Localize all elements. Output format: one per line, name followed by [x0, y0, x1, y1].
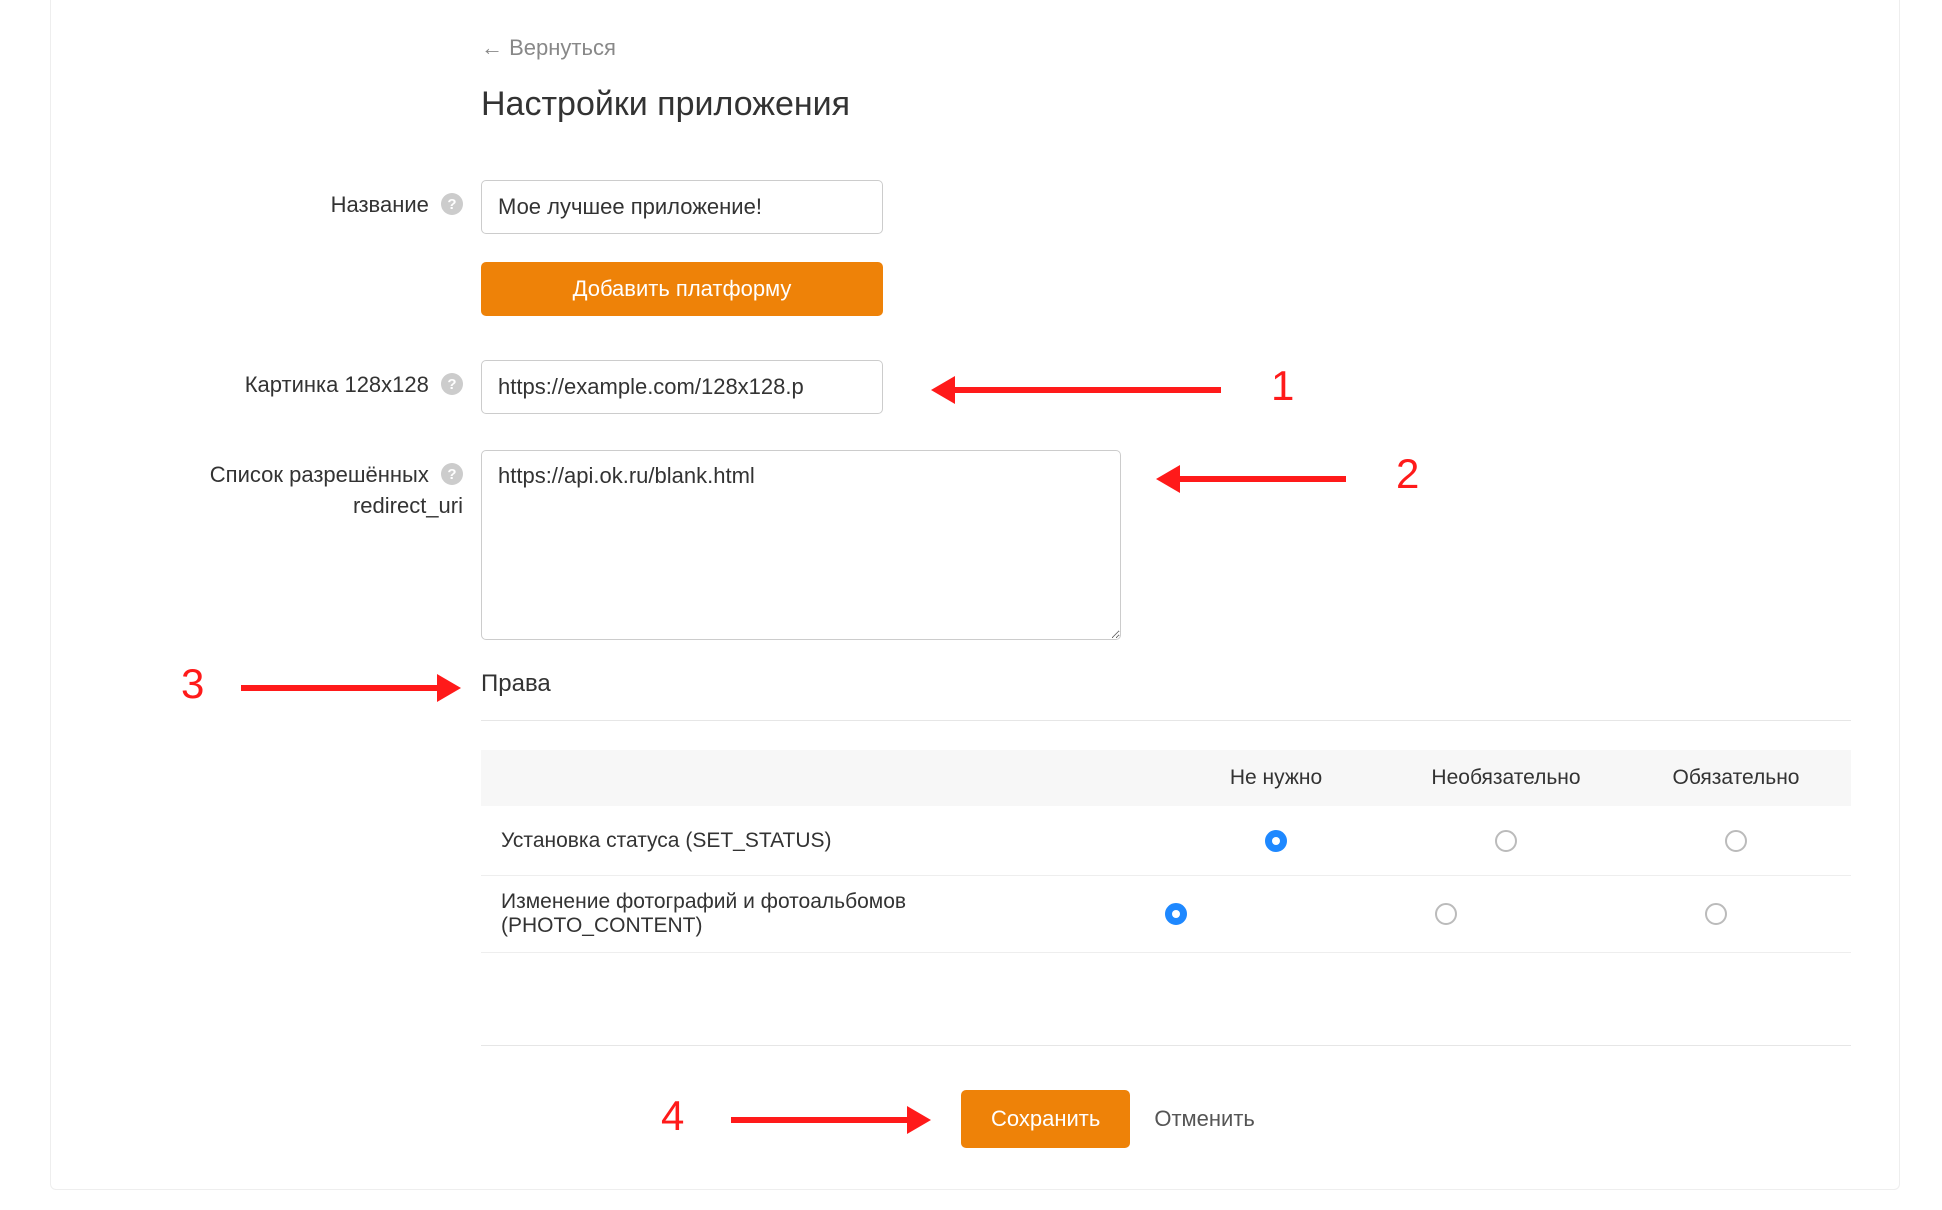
table-row: Изменение фотографий и фотоальбомов (PHO…	[481, 876, 1851, 953]
divider	[481, 1045, 1851, 1046]
name-label: Название	[331, 192, 429, 217]
rights-heading: Права	[481, 670, 551, 698]
perm-radio-optional[interactable]	[1495, 830, 1517, 852]
table-row: Установка статуса (SET_STATUS)	[481, 806, 1851, 876]
save-button[interactable]: Сохранить	[961, 1090, 1130, 1148]
cancel-button[interactable]: Отменить	[1154, 1106, 1255, 1132]
annotation-arrow	[241, 685, 441, 691]
annotation-arrow	[951, 387, 1221, 393]
perm-radio-not-needed[interactable]	[1265, 830, 1287, 852]
help-icon[interactable]: ?	[441, 373, 463, 395]
redirect-label-line1: Список разрешённых	[210, 462, 429, 487]
annotation-number: 3	[181, 660, 204, 708]
redirect-label-line2: redirect_uri	[81, 491, 463, 522]
page-title: Настройки приложения	[481, 85, 850, 124]
permissions-table: Не нужно Необязательно Обязательно Устан…	[481, 750, 1851, 953]
annotation-arrow	[731, 1117, 911, 1123]
permission-label: Изменение фотографий и фотоальбомов (PHO…	[481, 890, 1041, 938]
annotation-number: 2	[1396, 450, 1419, 498]
col-optional: Необязательно	[1391, 766, 1621, 790]
annotation-number: 1	[1271, 362, 1294, 410]
perm-radio-required[interactable]	[1725, 830, 1747, 852]
annotation-number: 4	[661, 1092, 684, 1140]
perm-radio-required[interactable]	[1705, 903, 1727, 925]
help-icon[interactable]: ?	[441, 193, 463, 215]
permission-label: Установка статуса (SET_STATUS)	[481, 829, 1161, 853]
image-label: Картинка 128x128	[245, 372, 429, 397]
app-name-input[interactable]	[481, 180, 883, 234]
col-required: Обязательно	[1621, 766, 1851, 790]
image-url-input[interactable]	[481, 360, 883, 414]
perm-radio-optional[interactable]	[1435, 903, 1457, 925]
redirect-uri-textarea[interactable]: https://api.ok.ru/blank.html	[481, 450, 1121, 640]
divider	[481, 720, 1851, 721]
permissions-header-row: Не нужно Необязательно Обязательно	[481, 750, 1851, 806]
help-icon[interactable]: ?	[441, 463, 463, 485]
add-platform-button[interactable]: Добавить платформу	[481, 262, 883, 316]
perm-radio-not-needed[interactable]	[1165, 903, 1187, 925]
annotation-arrow	[1176, 476, 1346, 482]
back-link[interactable]: ← Вернуться	[481, 35, 616, 61]
col-not-needed: Не нужно	[1161, 766, 1391, 790]
